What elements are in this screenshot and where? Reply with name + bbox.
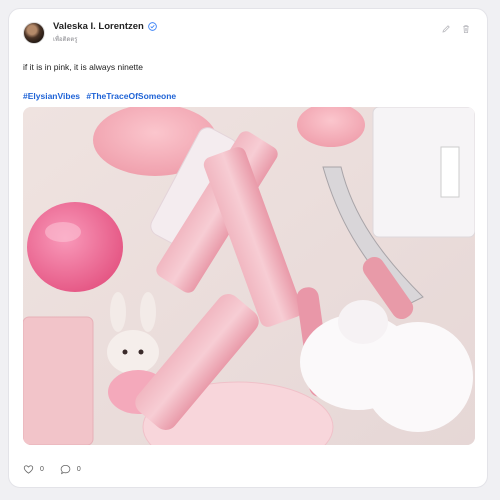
hashtag-elysianvibes[interactable]: #ElysianVibes bbox=[23, 91, 80, 101]
post-text: if it is in pink, it is always ninette bbox=[23, 62, 143, 72]
post-header: Valeska I. Lorentzen เพื่อติดตรู bbox=[23, 21, 157, 44]
comment-stat[interactable]: 0 bbox=[60, 464, 81, 475]
post-photo[interactable] bbox=[23, 107, 475, 445]
trash-icon[interactable] bbox=[461, 24, 471, 34]
verified-badge-icon bbox=[148, 22, 157, 31]
post-actions bbox=[441, 24, 471, 34]
post-footer: 0 0 bbox=[23, 464, 91, 475]
hashtags: #ElysianVibes #TheTraceOfSomeone bbox=[23, 91, 180, 101]
like-count: 0 bbox=[40, 466, 44, 473]
hashtag-thetraceofsomeone[interactable]: #TheTraceOfSomeone bbox=[86, 91, 176, 101]
author-handle: เพื่อติดตรู bbox=[53, 37, 78, 43]
like-stat[interactable]: 0 bbox=[23, 464, 44, 475]
comment-count: 0 bbox=[76, 466, 81, 473]
heart-icon[interactable] bbox=[23, 464, 34, 475]
photo-of-pink-makeup bbox=[23, 107, 475, 445]
post-card: Valeska I. Lorentzen เพื่อติดตรู if it i… bbox=[8, 8, 488, 488]
pencil-icon[interactable] bbox=[441, 24, 451, 34]
comment-icon[interactable] bbox=[60, 464, 71, 475]
name-row: Valeska I. Lorentzen bbox=[53, 21, 157, 32]
author-info: Valeska I. Lorentzen เพื่อติดตรู bbox=[53, 21, 157, 44]
avatar[interactable] bbox=[23, 21, 45, 44]
author-name[interactable]: Valeska I. Lorentzen bbox=[53, 21, 144, 32]
